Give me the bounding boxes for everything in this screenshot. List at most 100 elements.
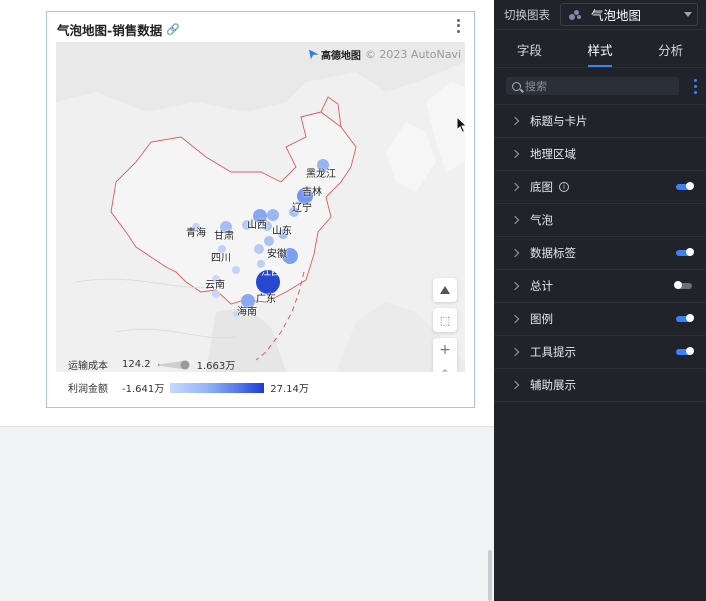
size-legend-title: 运输成本 (68, 361, 108, 372)
color-legend-gradient (170, 382, 265, 393)
bubble-hubei (254, 244, 264, 254)
basemap-toggle[interactable] (676, 182, 694, 190)
section-label: 总计 (530, 279, 553, 293)
size-legend-bar (157, 360, 190, 369)
bubble-map[interactable]: 高德地图 © 2023 AutoNavi 黑龙江 吉林 辽宁 山西 山东 青海 … (56, 42, 465, 372)
bubble-yunnan (212, 290, 220, 298)
link-icon[interactable]: 🔗 (166, 23, 180, 36)
fit-view-button[interactable]: ⬚ (433, 308, 457, 332)
amap-logo-icon (308, 49, 319, 60)
section-tooltip[interactable]: 工具提示 (494, 336, 706, 369)
province-label: 云南 (205, 280, 225, 291)
chevron-right-icon (510, 248, 520, 258)
tooltip-toggle[interactable] (676, 347, 694, 355)
chevron-right-icon (510, 281, 520, 291)
search-input[interactable] (525, 79, 665, 93)
province-label: 山西 (247, 220, 267, 231)
province-label: 辽宁 (292, 203, 312, 214)
chevron-right-icon (510, 116, 520, 126)
section-geo-region[interactable]: 地理区域 (494, 138, 706, 171)
tab-analysis[interactable]: 分析 (635, 31, 706, 67)
province-label: 四川 (211, 253, 231, 264)
province-label: 安徽 (267, 249, 287, 260)
card-title: 气泡地图-销售数据 🔗 (57, 20, 180, 39)
section-basemap[interactable]: 底图 i (494, 171, 706, 204)
chevron-right-icon (510, 215, 520, 225)
section-label: 地理区域 (530, 147, 576, 161)
tab-style[interactable]: 样式 (565, 31, 636, 67)
search-box (506, 77, 679, 95)
card-title-text: 气泡地图-销售数据 (57, 23, 163, 38)
section-label: 数据标签 (530, 246, 576, 260)
size-legend: 运输成本 124.2 1.663万 (68, 357, 235, 372)
zoom-control: + ⌖ − (433, 338, 457, 372)
section-label: 气泡 (530, 213, 553, 227)
section-bubble[interactable]: 气泡 (494, 204, 706, 237)
chevron-right-icon (510, 347, 520, 357)
chart-type-select[interactable]: 气泡地图 (560, 3, 698, 26)
province-label: 黑龙江 (306, 169, 336, 180)
panel-more-icon[interactable] (691, 77, 699, 95)
tab-label: 分析 (658, 42, 684, 58)
chevron-right-icon (510, 182, 520, 192)
section-aux-display[interactable]: 辅助展示 (494, 369, 706, 402)
tab-label: 字段 (516, 42, 542, 58)
province-label: 广东 (256, 294, 276, 305)
chart-card[interactable]: 气泡地图-销售数据 🔗 高德地图 © 2023 AutoNavi 黑龙江 吉林 … (46, 11, 475, 408)
section-total[interactable]: 总计 (494, 270, 706, 303)
province-label: 甘肃 (214, 231, 234, 242)
locate-button[interactable]: ⌖ (433, 363, 457, 372)
chevron-right-icon (510, 314, 520, 324)
size-legend-max: 1.663万 (196, 361, 236, 372)
section-data-label[interactable]: 数据标签 (494, 237, 706, 270)
section-label: 工具提示 (530, 345, 576, 359)
search-icon (512, 81, 521, 91)
style-sections: 标题与卡片 地理区域 底图 i 气泡 数据标签 总计 图例 工具提示 辅助展示 (494, 104, 706, 402)
legend-toggle[interactable] (676, 314, 694, 322)
color-legend-title: 利润金额 (68, 384, 108, 395)
bubble-beijing (267, 209, 279, 221)
province-label: 青海 (186, 228, 206, 239)
section-title-card[interactable]: 标题与卡片 (494, 105, 706, 138)
total-toggle[interactable] (674, 281, 692, 289)
section-legend[interactable]: 图例 (494, 303, 706, 336)
map-basemap (56, 42, 465, 372)
compass-button[interactable] (433, 278, 457, 302)
section-label: 图例 (530, 312, 553, 326)
fit-view-icon: ⬚ (439, 313, 451, 327)
config-panel: 切换图表 气泡地图 字段 样式 分析 标题与卡片 地理区域 底图 i (494, 0, 706, 601)
switch-chart-label: 切换图表 (504, 7, 550, 22)
section-label: 辅助展示 (530, 378, 576, 392)
chevron-right-icon (510, 380, 520, 390)
color-legend-max: 27.14万 (270, 384, 309, 395)
province-label: 海南 (237, 307, 257, 318)
chart-type-value: 气泡地图 (591, 8, 642, 23)
compass-icon (440, 286, 450, 294)
color-legend: 利润金额 -1.641万 27.14万 (68, 380, 309, 395)
canvas-divider (0, 426, 494, 427)
tab-fields[interactable]: 字段 (494, 31, 565, 67)
map-attribution: 高德地图 © 2023 AutoNavi (308, 47, 461, 62)
info-icon[interactable]: i (559, 182, 569, 192)
chevron-right-icon (510, 149, 520, 159)
province-label: 江西 (261, 267, 281, 278)
zoom-in-button[interactable]: + (433, 340, 457, 360)
data-label-toggle[interactable] (676, 248, 694, 256)
province-label: 吉林 (302, 187, 322, 198)
canvas-area: 气泡地图-销售数据 🔗 高德地图 © 2023 AutoNavi 黑龙江 吉林 … (0, 0, 494, 601)
bubble-sichuan (232, 266, 240, 274)
color-legend-min: -1.641万 (122, 384, 165, 395)
canvas-scrollbar[interactable] (488, 550, 492, 601)
section-label: 底图 (530, 180, 553, 194)
province-label: 山东 (272, 226, 292, 237)
mouse-cursor-icon (456, 116, 468, 134)
chevron-down-icon (684, 12, 692, 17)
amap-logo: 高德地图 (308, 47, 361, 62)
size-legend-min: 124.2 (122, 359, 151, 370)
tab-label: 样式 (587, 42, 613, 58)
section-label: 标题与卡片 (530, 114, 588, 128)
more-icon[interactable] (452, 18, 464, 34)
bubble-map-icon (569, 9, 583, 21)
panel-tabs: 字段 样式 分析 (494, 31, 706, 68)
amap-brand: 高德地图 (320, 51, 361, 62)
